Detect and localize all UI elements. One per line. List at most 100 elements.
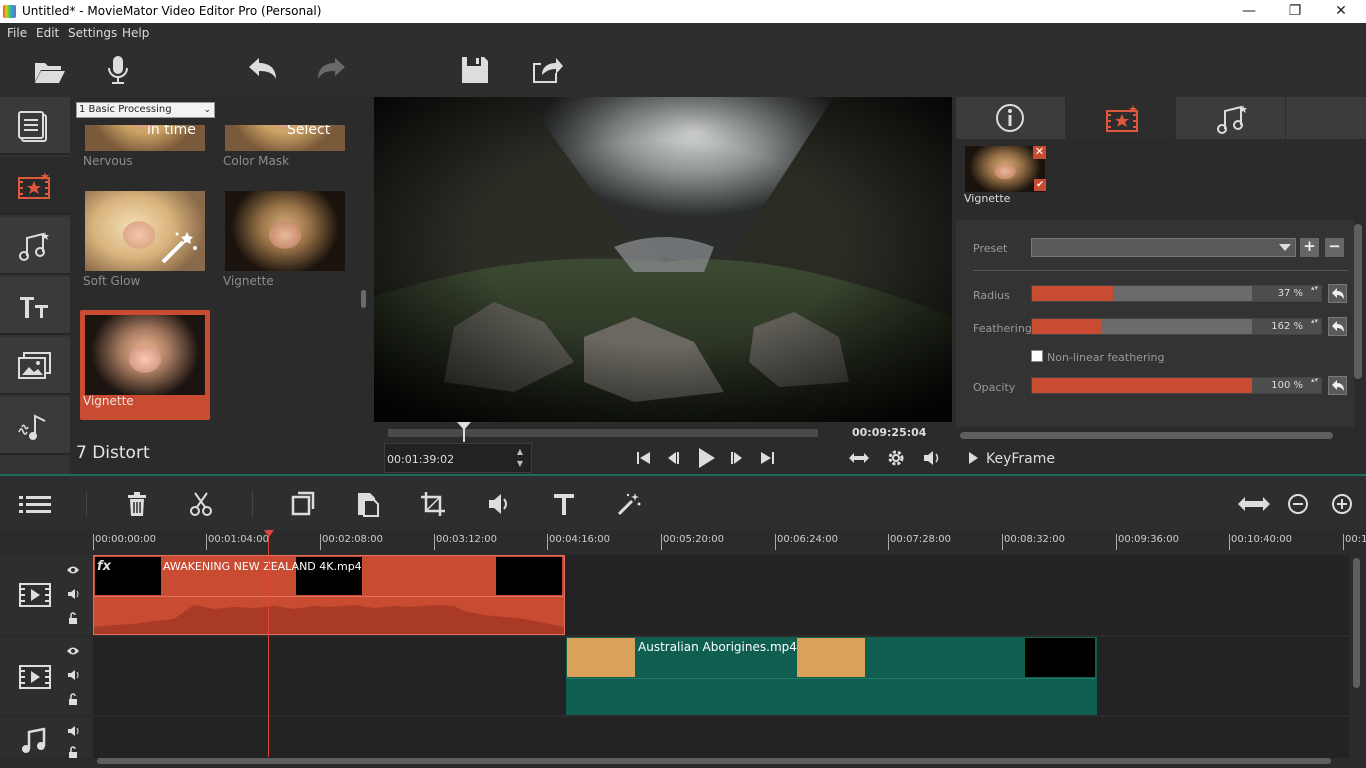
eye-icon[interactable] [67, 645, 79, 657]
feathering-slider[interactable]: 162 % [1031, 317, 1322, 335]
effect-thumb-nervous[interactable]: in time [85, 125, 205, 151]
effects-scrollbar[interactable] [361, 290, 366, 308]
maximize-button[interactable]: ❐ [1272, 0, 1318, 23]
timecode-down-button[interactable]: ▼ [513, 459, 527, 471]
keyframe-section[interactable]: KeyFrame [956, 443, 1366, 474]
properties-horizontal-scrollbar[interactable] [960, 432, 1333, 439]
skip-end-icon[interactable] [756, 448, 778, 468]
open-folder-icon[interactable] [32, 53, 66, 87]
menu-file[interactable]: File [7, 26, 27, 40]
nav-audio-effects[interactable] [0, 217, 70, 275]
settings-gear-icon[interactable] [885, 448, 907, 468]
timeline-ruler[interactable]: 00:00:00:00 00:01:04:00 00:02:08:00 00:0… [0, 530, 1366, 552]
remove-preset-button[interactable]: − [1325, 238, 1344, 257]
scrub-bar[interactable] [388, 429, 818, 437]
clip-awakening[interactable]: fx AWAKENING NEW ZEALAND 4K.mp4 [93, 555, 565, 635]
eye-icon[interactable] [67, 564, 79, 576]
menu-edit[interactable]: Edit [36, 26, 59, 40]
main-toolbar [0, 43, 1366, 97]
reset-feathering-button[interactable] [1328, 317, 1347, 336]
volume-icon[interactable] [67, 669, 79, 681]
timecode-up-button[interactable]: ▲ [513, 447, 527, 459]
tab-filter[interactable] [1066, 97, 1175, 139]
clip-australian-aborigines[interactable]: Australian Aborigines.mp4 [566, 637, 1097, 715]
close-button[interactable]: ✕ [1318, 0, 1364, 23]
nav-audio[interactable] [0, 397, 70, 455]
effect-thumb-soft-glow[interactable] [85, 191, 205, 271]
effect-thumb-vignette[interactable] [225, 191, 345, 271]
reset-radius-button[interactable] [1328, 284, 1347, 303]
microphone-icon[interactable] [101, 53, 135, 87]
feathering-value[interactable]: 162 % [1252, 317, 1321, 334]
preset-select[interactable] [1031, 238, 1296, 257]
timeline-horizontal-scrollbar[interactable] [97, 758, 1331, 764]
undo-icon[interactable] [245, 53, 279, 87]
menu-icon[interactable] [18, 491, 52, 517]
volume-icon[interactable] [67, 725, 79, 737]
opacity-value[interactable]: 100 % [1252, 376, 1321, 393]
reset-opacity-button[interactable] [1328, 376, 1347, 395]
volume-icon[interactable] [67, 588, 79, 600]
filter-enabled-checkbox[interactable]: ✔ [1034, 179, 1046, 191]
fit-width-icon[interactable] [848, 448, 870, 468]
ruler-tick: 00:09:36:00 [1118, 534, 1180, 545]
nav-filters[interactable] [0, 157, 70, 215]
timeline-playhead[interactable] [268, 533, 269, 757]
step-back-icon[interactable] [662, 448, 684, 468]
nonlinear-feathering-checkbox[interactable] [1031, 350, 1043, 362]
export-icon[interactable] [529, 53, 563, 87]
track-lane-audio[interactable] [93, 717, 1349, 758]
menu-help[interactable]: Help [122, 26, 149, 40]
category-select[interactable]: 1 Basic Processing ⌄ [76, 102, 215, 118]
lock-icon[interactable] [67, 612, 79, 624]
lock-icon[interactable] [67, 693, 79, 705]
zoom-in-icon[interactable] [1329, 491, 1355, 517]
magic-icon[interactable] [616, 491, 642, 517]
lock-icon[interactable] [67, 746, 79, 758]
text-icon[interactable] [551, 491, 577, 517]
timeline-playhead-handle[interactable] [264, 530, 274, 537]
preview-frame [374, 97, 952, 422]
timeline-toolbar [0, 474, 1366, 530]
opacity-slider[interactable]: 100 % [1031, 376, 1322, 394]
play-icon[interactable] [694, 446, 718, 470]
add-preset-button[interactable]: + [1300, 238, 1319, 257]
properties-vertical-scrollbar[interactable] [1354, 224, 1362, 379]
save-icon[interactable] [458, 53, 492, 87]
radius-slider[interactable]: 37 % [1031, 284, 1322, 302]
cut-icon[interactable] [188, 491, 214, 517]
timeline-vertical-scrollbar[interactable] [1353, 558, 1360, 688]
crop-icon[interactable] [420, 491, 446, 517]
timecode-input[interactable]: 00:01:39:02 ▲ ▼ [384, 443, 532, 473]
clip-frame-thumb [567, 638, 635, 677]
fit-icon[interactable] [1237, 491, 1271, 517]
video-preview[interactable] [374, 97, 952, 422]
nav-image[interactable] [0, 337, 70, 395]
track-lane-video-2[interactable]: Australian Aborigines.mp4 [93, 637, 1349, 715]
zoom-out-icon[interactable] [1285, 491, 1311, 517]
redo-icon[interactable] [315, 53, 349, 87]
delete-icon[interactable] [124, 491, 150, 517]
remove-filter-icon[interactable]: ✕ [1033, 146, 1046, 159]
window-title: Untitled* - MovieMator Video Editor Pro … [22, 4, 322, 18]
radius-value[interactable]: 37 % [1252, 284, 1321, 301]
tab-audio-filter[interactable] [1176, 97, 1285, 139]
nav-text[interactable] [0, 277, 70, 335]
minimize-button[interactable]: — [1226, 0, 1272, 23]
effect-thumb-color-mask[interactable]: Select [225, 125, 345, 151]
step-forward-icon[interactable] [726, 448, 748, 468]
track-header-video-1 [0, 555, 92, 635]
properties-panel: ✕ ✔ Vignette Preset + − Radius 37 % Feat… [956, 97, 1366, 474]
nav-media[interactable] [0, 97, 70, 155]
skip-start-icon[interactable] [633, 448, 655, 468]
effect-thumb-vignette-selected [85, 315, 205, 395]
track-lane-video-1[interactable]: fx AWAKENING NEW ZEALAND 4K.mp4 [93, 555, 1349, 635]
volume-icon[interactable] [921, 448, 943, 468]
clip-name: Australian Aborigines.mp4 [638, 640, 797, 654]
volume-icon[interactable] [486, 491, 512, 517]
tab-info[interactable] [956, 97, 1065, 139]
effect-card-selected[interactable]: Vignette [80, 310, 210, 420]
copy-icon[interactable] [290, 491, 316, 517]
paste-icon[interactable] [355, 491, 381, 517]
menu-settings[interactable]: Settings [68, 26, 117, 40]
